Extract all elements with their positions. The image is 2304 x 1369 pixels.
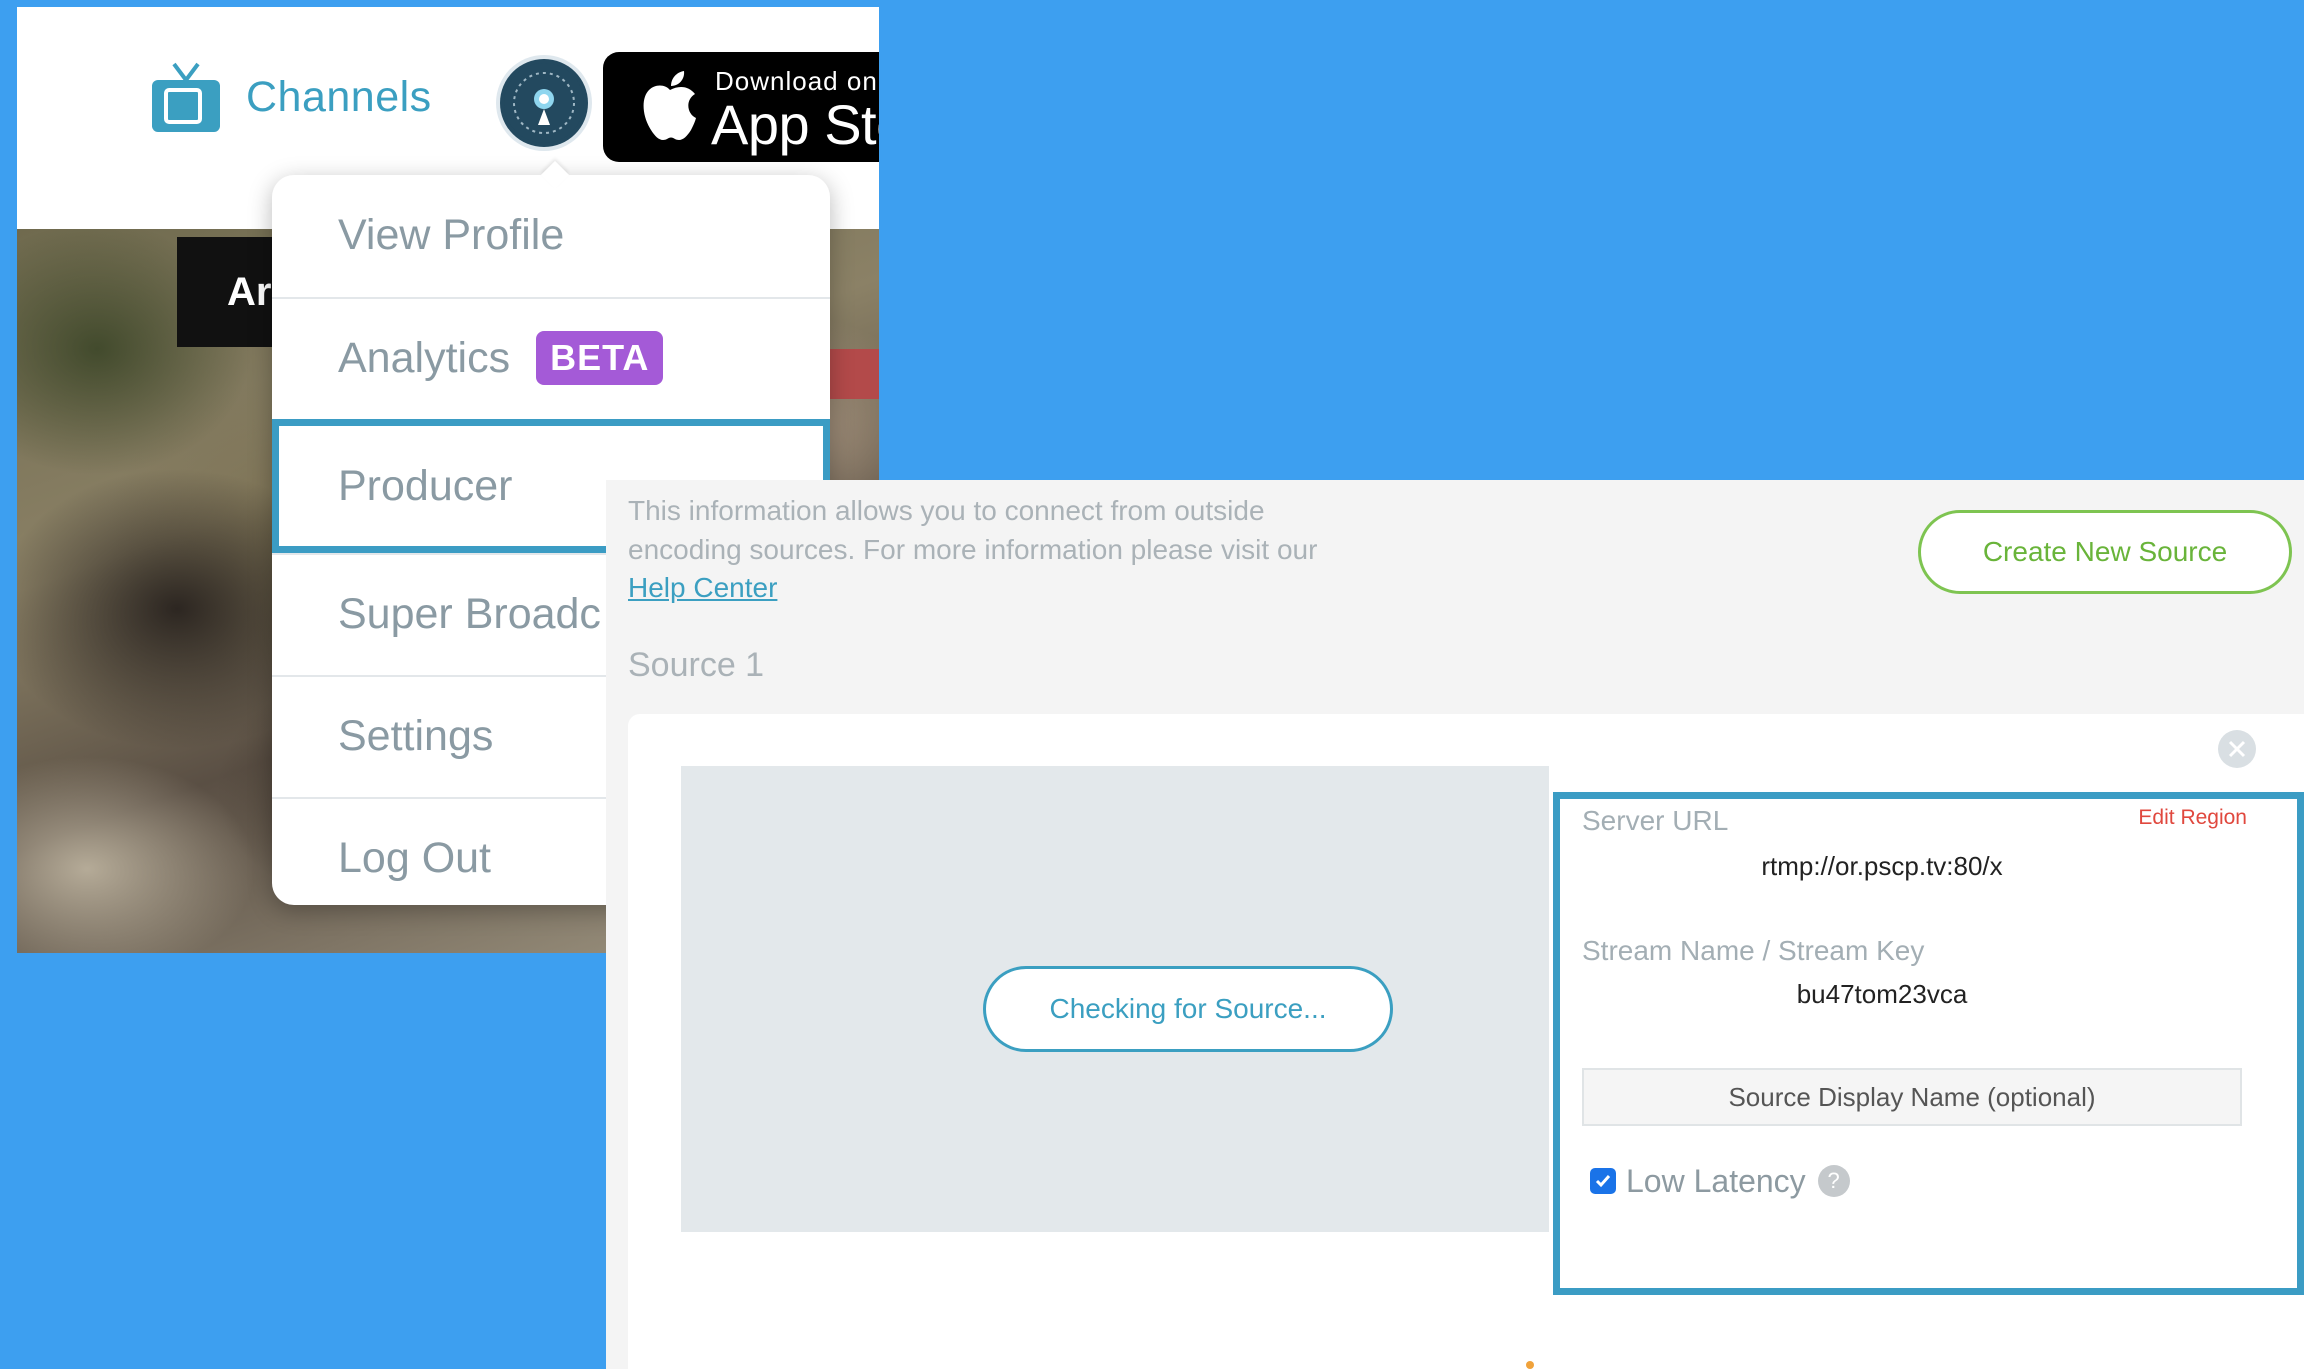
server-url-label: Server URL: [1582, 805, 1729, 836]
status-dot: [1526, 1361, 1534, 1369]
producer-source-panel: This information allows you to connect f…: [606, 480, 2304, 1369]
low-latency-row: Low Latency ?: [1590, 1161, 1850, 1201]
source-preview-area: Checking for Source...: [681, 766, 1549, 1232]
source-display-name-input[interactable]: [1582, 1068, 2242, 1126]
menu-item-analytics[interactable]: Analytics BETA: [272, 297, 830, 417]
stream-key-value: bu47tom23vca: [1796, 979, 1968, 1009]
intro-description: This information allows you to connect f…: [628, 495, 1318, 565]
menu-item-label: View Profile: [338, 210, 565, 259]
intro-text: This information allows you to connect f…: [628, 492, 1328, 608]
low-latency-checkbox[interactable]: [1590, 1168, 1616, 1194]
app-store-badge[interactable]: Download on App Sto: [603, 52, 879, 162]
avatar[interactable]: [500, 59, 588, 147]
tv-icon: [152, 62, 220, 132]
checking-for-source-button[interactable]: Checking for Source...: [983, 966, 1393, 1052]
menu-item-view-profile[interactable]: View Profile: [272, 175, 830, 295]
stream-key-label: Stream Name / Stream Key: [1582, 935, 1925, 966]
menu-item-label: Producer: [338, 461, 513, 510]
source-settings-box: Server URL Edit Region rtmp://or.pscp.tv…: [1553, 792, 2304, 1295]
checkbox-checked-icon: [1595, 1175, 1611, 1188]
menu-item-label: Settings: [338, 711, 494, 760]
apple-icon: [643, 71, 696, 140]
menu-item-label: Analytics: [338, 333, 511, 382]
beta-badge: BETA: [536, 331, 664, 385]
channels-label: Channels: [246, 72, 432, 121]
edit-region-link[interactable]: Edit Region: [2138, 806, 2247, 830]
avatar-badge-icon: [504, 63, 584, 143]
server-url-value: rtmp://or.pscp.tv:80/x: [1761, 851, 2003, 881]
create-new-source-button[interactable]: Create New Source: [1918, 510, 2292, 594]
app-store-big-text: App Sto: [711, 93, 879, 156]
low-latency-label: Low Latency: [1626, 1162, 1806, 1199]
close-icon[interactable]: [2218, 730, 2256, 768]
channels-link[interactable]: Channels: [150, 57, 432, 137]
help-center-link[interactable]: Help Center: [628, 572, 777, 603]
menu-item-label: Super Broadc: [338, 589, 601, 638]
help-icon[interactable]: ?: [1817, 1165, 1850, 1197]
source-title: Source 1: [628, 646, 765, 684]
menu-item-label: Log Out: [338, 833, 491, 882]
